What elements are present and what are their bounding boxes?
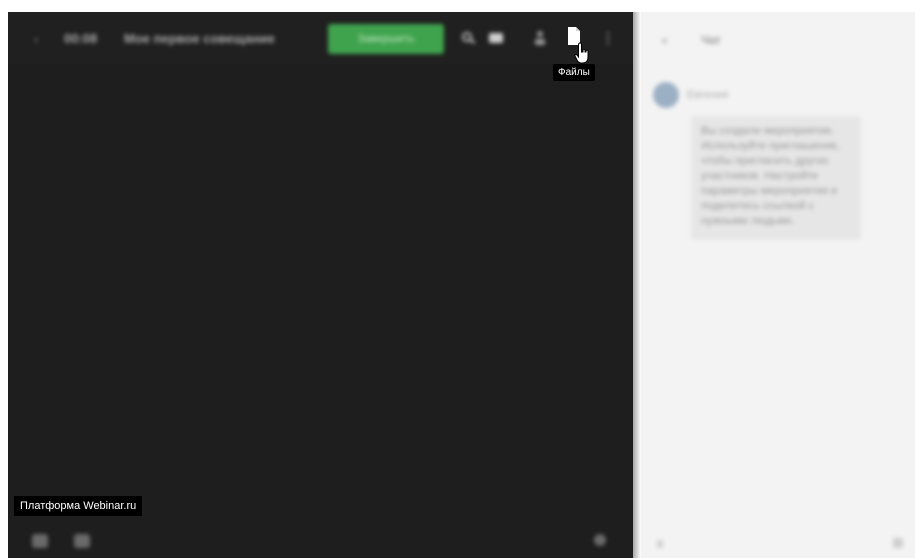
message-author: Евгения — [687, 89, 729, 101]
hand-cursor-icon — [574, 42, 589, 64]
attach-icon[interactable] — [657, 540, 663, 548]
video-stage: ‹ 00:08 Мое первое совещание Завершить Ф… — [8, 12, 633, 558]
more-icon[interactable] — [604, 30, 612, 46]
chat-icon[interactable] — [488, 32, 504, 44]
microphone-icon[interactable] — [74, 534, 90, 548]
chat-input[interactable] — [641, 530, 915, 558]
event-title: Мое первое совещание — [124, 31, 275, 46]
app-window: ‹ 00:08 Мое первое совещание Завершить Ф… — [0, 0, 915, 558]
search-icon[interactable] — [462, 32, 476, 44]
platform-label: Платформа Webinar.ru — [14, 496, 143, 516]
close-chat-icon[interactable]: × — [661, 34, 668, 48]
send-icon[interactable] — [893, 538, 903, 548]
avatar — [653, 82, 679, 108]
panel-shadow — [633, 12, 641, 558]
chat-title: Чат — [701, 33, 721, 47]
top-bar: ‹ 00:08 Мое первое совещание Завершить — [8, 12, 633, 64]
files-tooltip: Файлы — [553, 64, 595, 81]
chat-panel: × Чат Евгения Вы создали мероприятие. Ис… — [641, 12, 915, 558]
settings-icon[interactable] — [594, 534, 606, 546]
finish-event-button[interactable]: Завершить — [328, 24, 444, 54]
message-bubble: Вы создали мероприятие. Используйте приг… — [691, 116, 861, 240]
event-timer: 00:08 — [64, 31, 98, 46]
back-icon[interactable]: ‹ — [34, 32, 38, 47]
user-icon[interactable] — [534, 30, 546, 46]
camera-icon[interactable] — [32, 534, 48, 548]
